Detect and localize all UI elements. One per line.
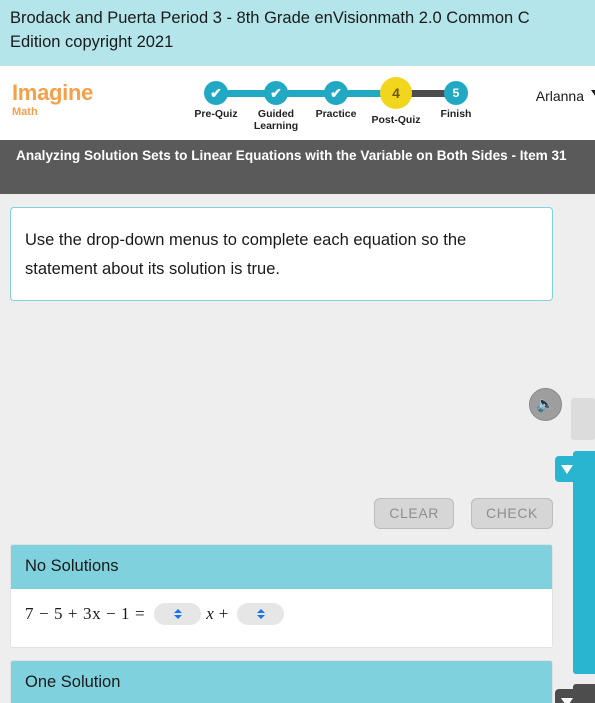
equation-dropdown-constant[interactable]	[237, 603, 285, 625]
card-equation-row: 7 − 5 + 3x − 1 = x +	[11, 589, 552, 647]
sort-chevrons-icon	[256, 609, 265, 619]
user-name-label: Arlanna	[535, 88, 584, 104]
chevron-down-icon	[591, 89, 595, 103]
step-label: Post-Quiz	[371, 114, 421, 126]
triangle-down-icon	[561, 697, 573, 703]
side-rail-teal-toggle[interactable]	[555, 456, 579, 482]
instruction-panel: Use the drop-down menus to complete each…	[10, 207, 553, 301]
logo-primary-text: Imagine	[12, 80, 94, 105]
app-header: Imagine Math ✔ Pre-Quiz ✔ Guided Learnin…	[0, 66, 595, 140]
step-label: Guided Learning	[246, 108, 306, 132]
check-icon: ✔	[330, 85, 342, 101]
check-icon: ✔	[210, 85, 222, 101]
sort-chevrons-icon	[173, 609, 182, 619]
step-node-complete: ✔	[324, 81, 348, 105]
speaker-glyph: 🔈	[536, 396, 555, 413]
progress-step-practice[interactable]: ✔ Practice	[306, 78, 366, 132]
card-title: No Solutions	[11, 545, 552, 589]
class-banner-line1: Brodack and Puerta Period 3 - 8th Grade …	[10, 9, 530, 27]
progress-step-post-quiz[interactable]: 4 Post-Quiz	[366, 77, 426, 132]
step-node-upcoming: 5	[444, 81, 468, 105]
side-panel-placeholder	[571, 398, 595, 440]
check-icon: ✔	[270, 85, 282, 101]
logo-secondary-text: Math	[12, 106, 38, 118]
user-menu-button[interactable]: Arlanna	[536, 88, 595, 104]
side-rail-dark-toggle[interactable]	[555, 689, 579, 703]
equation-operator: +	[218, 604, 229, 623]
step-node-complete: ✔	[264, 81, 288, 105]
main-content: Use the drop-down menus to complete each…	[0, 194, 595, 703]
answer-cards-list: No Solutions 7 − 5 + 3x − 1 = x + One So…	[10, 544, 553, 703]
speaker-icon[interactable]: 🔈	[529, 388, 562, 421]
lesson-title-bar: Analyzing Solution Sets to Linear Equati…	[0, 140, 595, 194]
lesson-title: Analyzing Solution Sets to Linear Equati…	[16, 148, 567, 163]
card-title: One Solution	[11, 661, 552, 703]
equation-variable: x	[206, 604, 214, 623]
step-label: Practice	[315, 108, 357, 120]
lesson-progress-bar: ✔ Pre-Quiz ✔ Guided Learning ✔ Practice	[186, 77, 486, 134]
progress-step-finish[interactable]: 5 Finish	[426, 78, 486, 132]
answer-card-one-solution: One Solution 7 − 5 + 3x − 1 = x +	[10, 660, 553, 703]
step-label-line1: Guided	[257, 108, 295, 120]
equation: 7 − 5 + 3x − 1 = x +	[25, 603, 285, 625]
progress-step-guided-learning[interactable]: ✔ Guided Learning	[246, 78, 306, 132]
check-button[interactable]: CHECK	[470, 498, 553, 529]
answer-card-no-solutions: No Solutions 7 − 5 + 3x − 1 = x +	[10, 544, 553, 648]
class-banner: Brodack and Puerta Period 3 - 8th Grade …	[0, 0, 595, 66]
equation-dropdown-coefficient[interactable]	[154, 603, 202, 625]
step-label: Finish	[440, 108, 472, 120]
class-banner-line2: Edition copyright 2021	[10, 33, 174, 51]
step-label: Pre-Quiz	[194, 108, 238, 120]
step-node-complete: ✔	[204, 81, 228, 105]
side-rail-teal[interactable]	[573, 451, 595, 674]
action-button-row: CLEAR CHECK	[10, 498, 553, 529]
triangle-down-icon	[561, 464, 573, 474]
imagine-math-logo[interactable]: Imagine Math	[12, 80, 94, 119]
equation-left-side: 7 − 5 + 3x − 1 =	[25, 604, 146, 623]
progress-step-pre-quiz[interactable]: ✔ Pre-Quiz	[186, 78, 246, 132]
clear-button[interactable]: CLEAR	[374, 498, 454, 529]
lesson-question-label: Quest	[16, 167, 595, 189]
instruction-text: Use the drop-down menus to complete each…	[25, 231, 467, 278]
step-node-current: 4	[380, 77, 412, 109]
step-label-line2: Learning	[253, 120, 299, 132]
